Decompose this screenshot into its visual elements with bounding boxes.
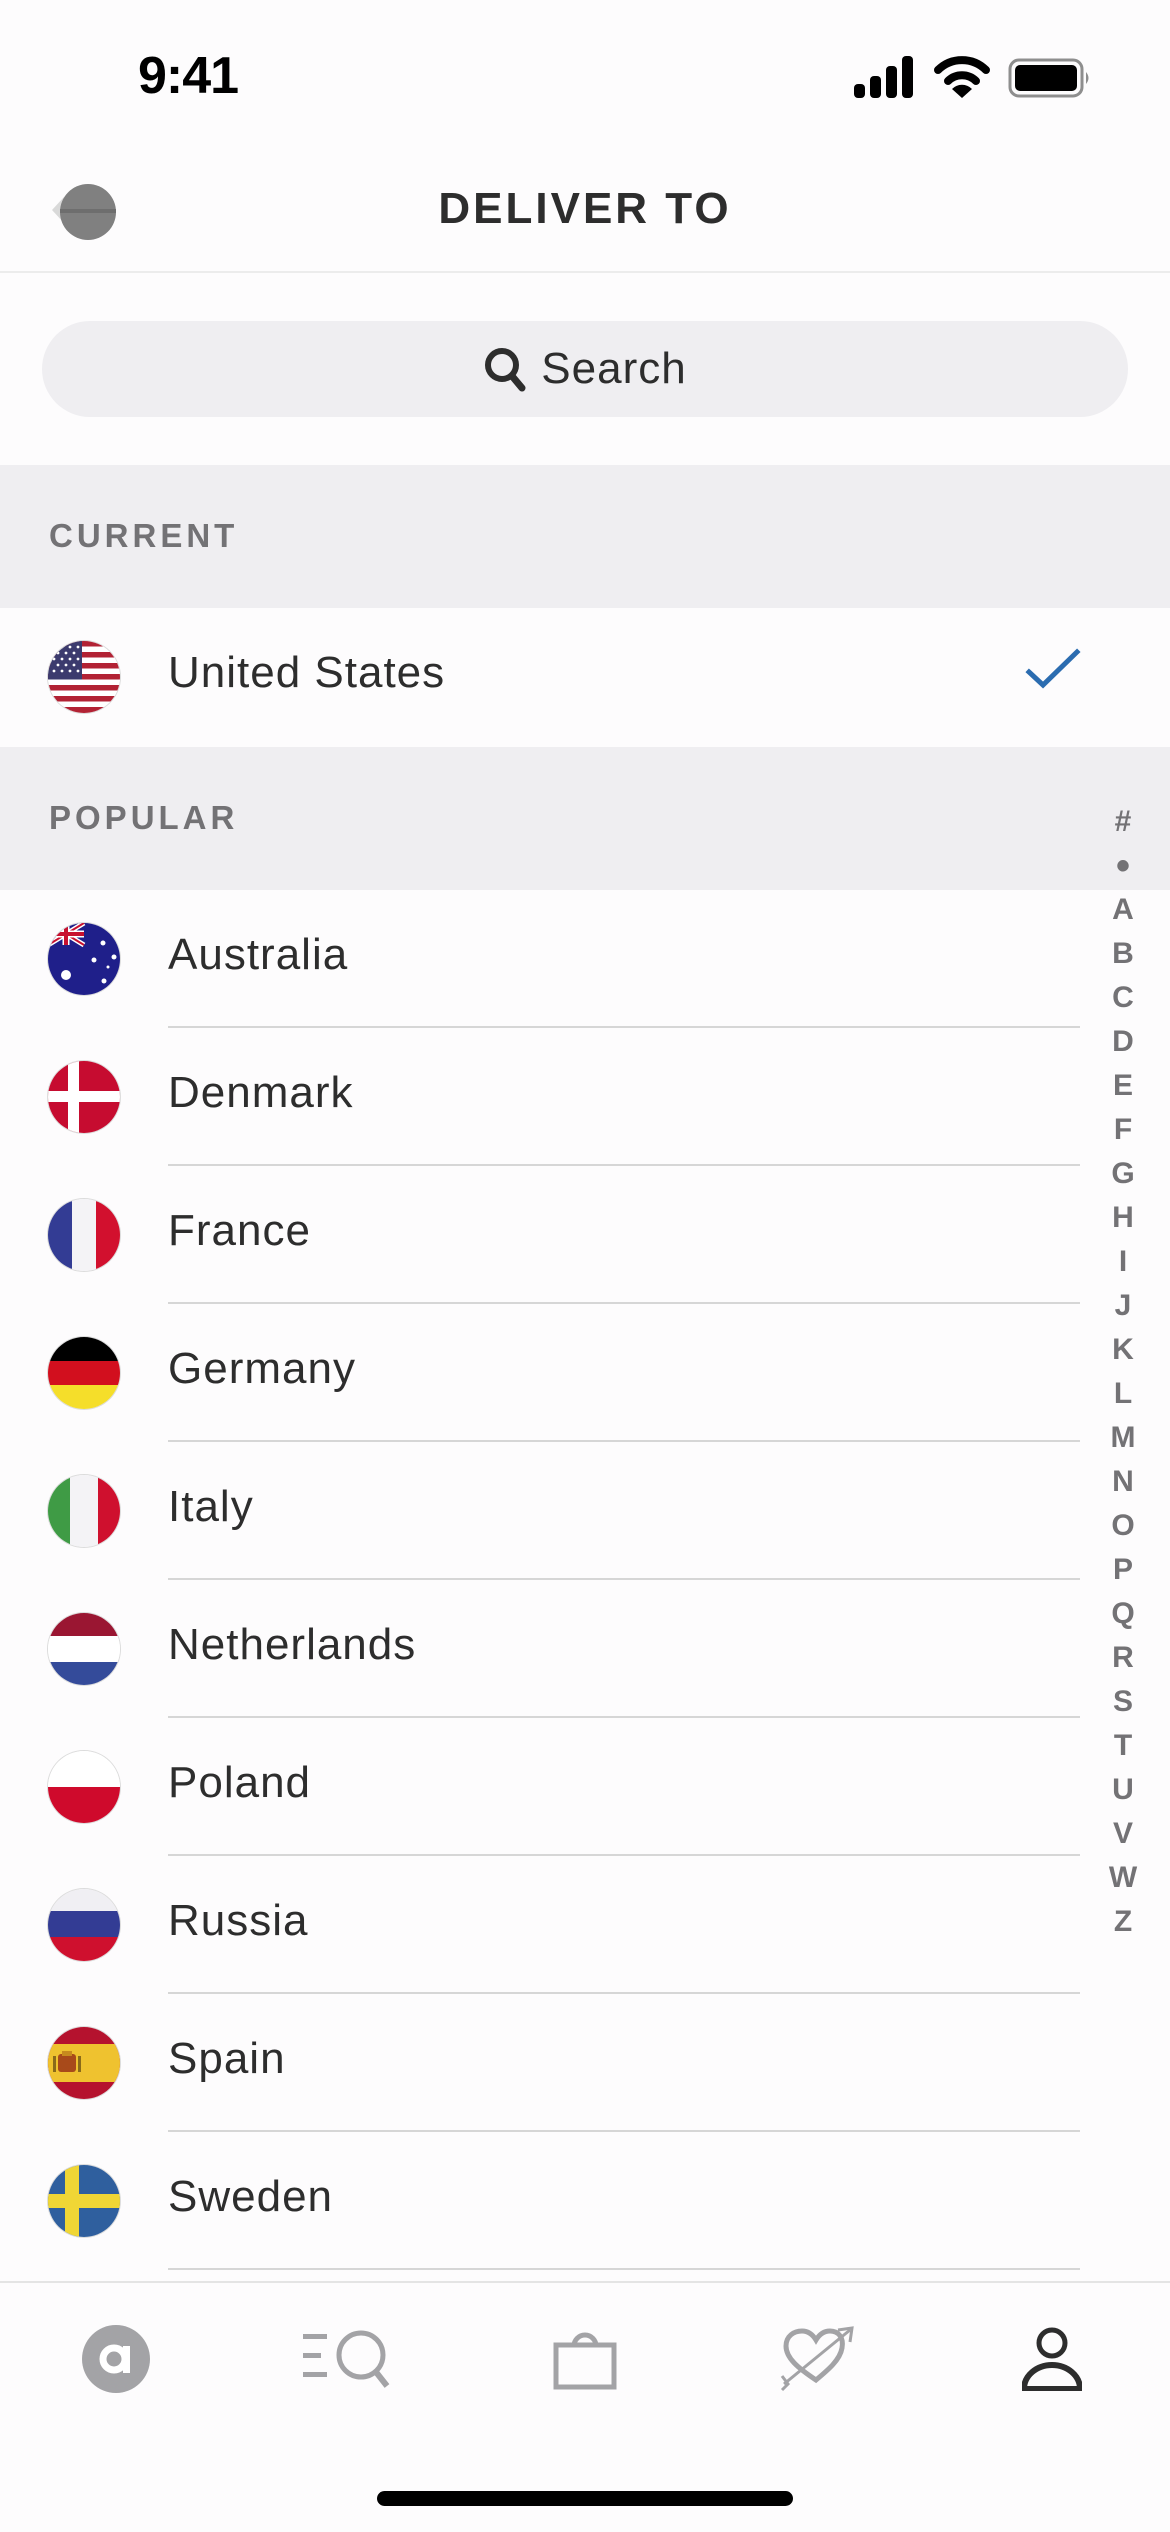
country-row-denmark[interactable]: Denmark: [0, 1028, 1170, 1166]
it-flag-icon: [48, 1475, 120, 1547]
page-title: DELIVER TO: [438, 184, 732, 233]
search-placeholder: Search: [541, 344, 687, 393]
de-flag-icon: [48, 1337, 120, 1409]
index-letter[interactable]: G: [1100, 1152, 1146, 1196]
shopping-bag-icon: [553, 2332, 617, 2390]
index-letter[interactable]: F: [1100, 1108, 1146, 1152]
country-name: Denmark: [168, 1068, 354, 1117]
search-section: Search: [0, 275, 1170, 465]
country-name: Sweden: [168, 2172, 334, 2221]
index-letter[interactable]: P: [1100, 1548, 1146, 1592]
index-letter[interactable]: I: [1100, 1240, 1146, 1284]
section-header-current: CURRENT: [0, 465, 1170, 608]
country-row-spain[interactable]: Spain: [0, 1994, 1170, 2132]
wifi-icon: [934, 56, 990, 98]
row-divider: [168, 2268, 1080, 2270]
tab-account[interactable]: [1002, 2319, 1102, 2399]
country-row-sweden[interactable]: Sweden: [0, 2132, 1170, 2270]
country-name: Germany: [168, 1344, 356, 1393]
index-letter[interactable]: C: [1100, 976, 1146, 1020]
section-header-popular: POPULAR: [0, 747, 1170, 890]
index-letter[interactable]: H: [1100, 1196, 1146, 1240]
tab-bag[interactable]: [535, 2319, 635, 2399]
search-list-icon: [303, 2330, 390, 2388]
index-letter[interactable]: E: [1100, 1064, 1146, 1108]
country-row-russia[interactable]: Russia: [0, 1856, 1170, 1994]
index-letter[interactable]: L: [1100, 1372, 1146, 1416]
index-letter[interactable]: D: [1100, 1020, 1146, 1064]
section-label: CURRENT: [49, 517, 239, 554]
checkmark-icon: [1025, 648, 1081, 689]
fr-flag-icon: [48, 1199, 120, 1271]
battery-icon: [1008, 58, 1089, 98]
index-letter[interactable]: •: [1100, 844, 1146, 888]
country-row-germany[interactable]: Germany: [0, 1304, 1170, 1442]
country-name: Australia: [168, 930, 349, 979]
au-flag-icon: [48, 923, 120, 995]
search-input[interactable]: Search: [42, 321, 1128, 417]
section-label: POPULAR: [49, 799, 239, 836]
alphabet-index[interactable]: # • A B C D E F G H I J K L M N O P Q R S T U V W Z: [1100, 800, 1146, 1944]
account-icon: [1022, 2327, 1082, 2391]
index-letter[interactable]: V: [1100, 1812, 1146, 1856]
index-letter[interactable]: Q: [1100, 1592, 1146, 1636]
search-icon: [485, 348, 526, 392]
tab-home[interactable]: [66, 2319, 166, 2399]
country-name: United States: [168, 648, 446, 697]
se-flag-icon: [48, 2165, 120, 2237]
index-letter[interactable]: S: [1100, 1680, 1146, 1724]
us-flag-icon: [48, 641, 120, 713]
country-row-italy[interactable]: Italy: [0, 1442, 1170, 1580]
index-letter[interactable]: Z: [1100, 1900, 1146, 1944]
pl-flag-icon: [48, 1751, 120, 1823]
status-icons: [852, 56, 1092, 100]
country-name: Netherlands: [168, 1620, 417, 1669]
country-name: France: [168, 1206, 311, 1255]
index-letter[interactable]: J: [1100, 1284, 1146, 1328]
cellular-signal-icon: [854, 56, 913, 98]
index-letter[interactable]: B: [1100, 932, 1146, 976]
country-name: Spain: [168, 2034, 286, 2083]
index-letter[interactable]: U: [1100, 1768, 1146, 1812]
country-name: Italy: [168, 1482, 254, 1531]
status-bar: 9:41: [0, 0, 1170, 150]
index-letter[interactable]: #: [1100, 800, 1146, 844]
nav-header: DELIVER TO: [0, 150, 1170, 273]
country-row-australia[interactable]: Australia: [0, 890, 1170, 1028]
index-letter[interactable]: M: [1100, 1416, 1146, 1460]
tab-saved[interactable]: [768, 2319, 868, 2399]
status-time: 9:41: [138, 47, 239, 105]
index-letter[interactable]: K: [1100, 1328, 1146, 1372]
index-letter[interactable]: R: [1100, 1636, 1146, 1680]
dk-flag-icon: [48, 1061, 120, 1133]
home-indicator: [377, 2491, 793, 2506]
country-name: Poland: [168, 1758, 312, 1807]
home-logo-icon: [82, 2325, 150, 2393]
index-letter[interactable]: T: [1100, 1724, 1146, 1768]
country-row-poland[interactable]: Poland: [0, 1718, 1170, 1856]
index-letter[interactable]: N: [1100, 1460, 1146, 1504]
es-flag-icon: [48, 2027, 120, 2099]
country-row-united-states[interactable]: United States: [0, 608, 1170, 746]
ru-flag-icon: [48, 1889, 120, 1961]
heart-arrow-icon: [780, 2326, 854, 2392]
index-letter[interactable]: O: [1100, 1504, 1146, 1548]
country-row-france[interactable]: France: [0, 1166, 1170, 1304]
country-row-netherlands[interactable]: Netherlands: [0, 1580, 1170, 1718]
country-name: Russia: [168, 1896, 309, 1945]
index-letter[interactable]: W: [1100, 1856, 1146, 1900]
index-letter[interactable]: A: [1100, 888, 1146, 932]
tab-search[interactable]: [298, 2319, 398, 2399]
nl-flag-icon: [48, 1613, 120, 1685]
